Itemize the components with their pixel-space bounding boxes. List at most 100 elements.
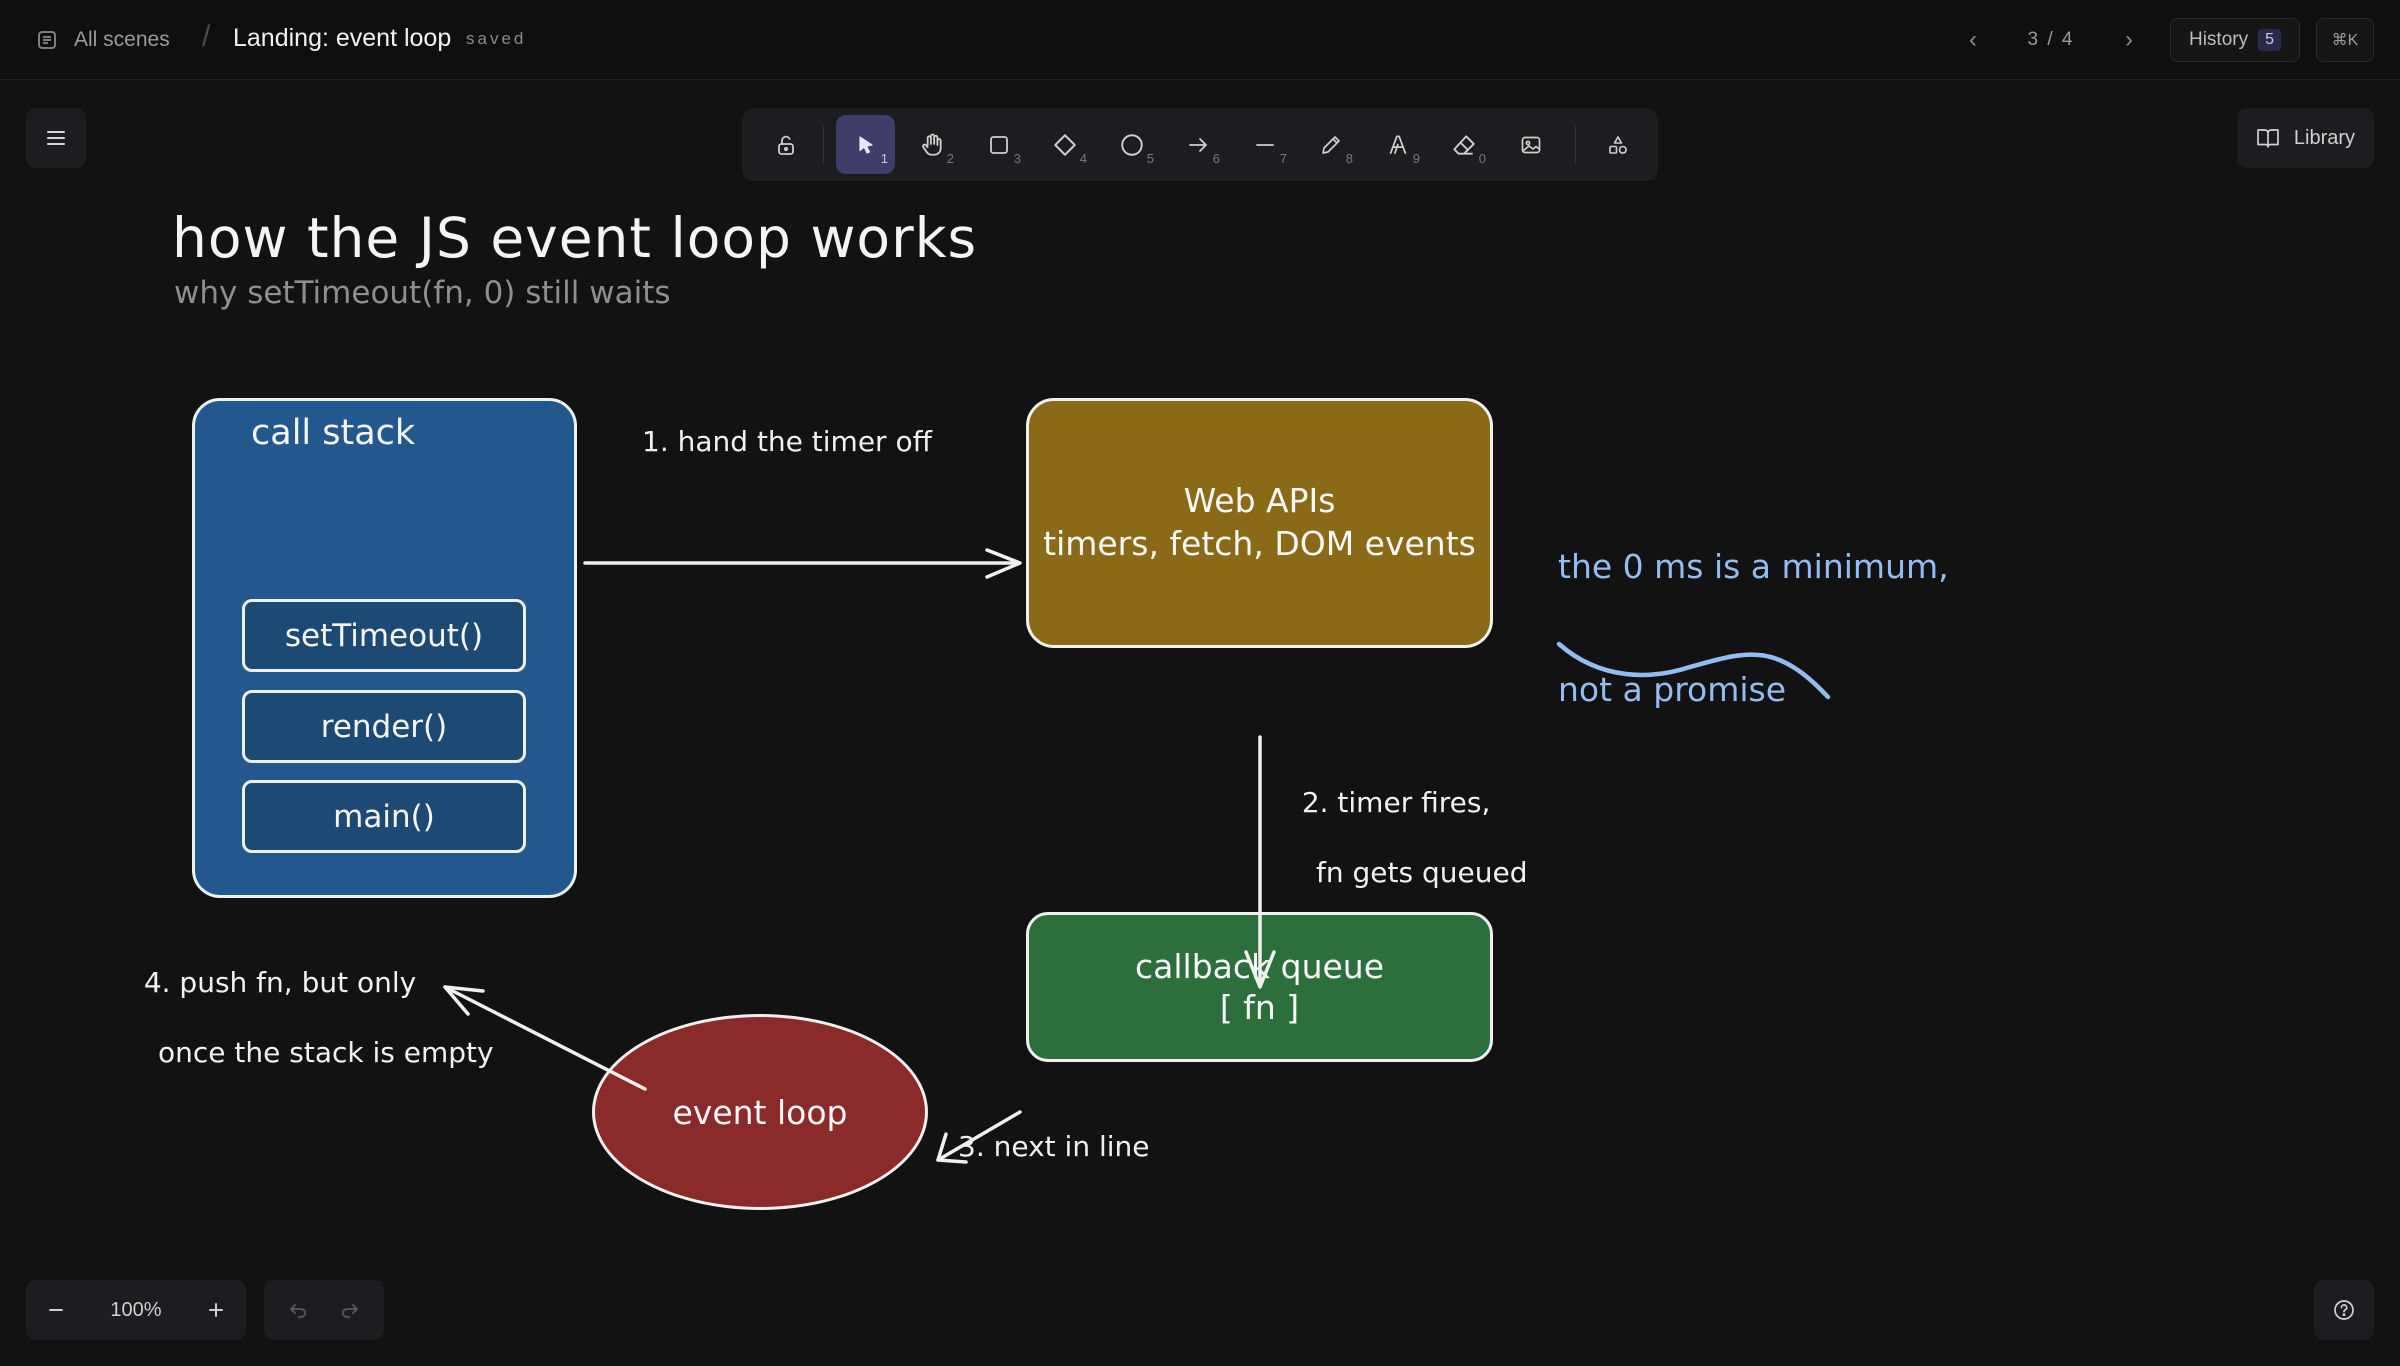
page-indicator: 3 / 4 [1991, 29, 2111, 51]
tool-selection[interactable]: 1 [836, 115, 895, 174]
stack-frame-main[interactable]: main() [242, 780, 526, 853]
chevron-left-icon: ‹ [1969, 26, 1977, 53]
tool-key-5: 5 [1146, 151, 1154, 166]
web-apis-title: Web APIs [1183, 481, 1336, 521]
library-label: Library [2293, 126, 2356, 149]
tool-key-7: 7 [1279, 151, 1287, 166]
tool-image[interactable] [1501, 115, 1560, 174]
tools-toolbar: 1 2 3 4 5 6 7 8 9 0 [742, 108, 1658, 181]
page-total: 4 [2061, 29, 2075, 50]
web-apis-box[interactable]: Web APIs timers, fetch, DOM events [1026, 398, 1493, 648]
event-loop-label: event loop [672, 1092, 848, 1132]
arrow-label-step4[interactable]: 4. push fn, but only once the stack is e… [126, 930, 494, 1105]
zoom-in-button[interactable] [186, 1280, 246, 1340]
tool-draw[interactable]: 8 [1301, 115, 1360, 174]
scenes-list-icon [38, 31, 56, 49]
tool-ellipse[interactable]: 5 [1102, 115, 1161, 174]
tool-key-2: 2 [946, 151, 954, 166]
chevron-right-icon: › [2125, 26, 2133, 53]
command-palette-button[interactable]: ⌘K [2316, 18, 2374, 62]
image-icon [1521, 136, 1540, 153]
scene-title[interactable]: Landing: event loop [233, 24, 451, 53]
redo-icon [342, 1304, 358, 1318]
undo-icon [290, 1304, 306, 1318]
tool-diamond[interactable]: 4 [1035, 115, 1094, 174]
step2-line2: fn gets queued [1316, 856, 1528, 889]
page-current: 3 [2027, 29, 2041, 50]
save-status: saved [466, 29, 527, 48]
book-icon [2257, 129, 2279, 148]
tool-eraser[interactable]: 0 [1434, 115, 1493, 174]
arrow-label-step2[interactable]: 2. timer fires, fn gets queued [1284, 750, 1528, 925]
arrow-icon [1188, 137, 1207, 152]
tool-key-6: 6 [1212, 151, 1220, 166]
square-icon [989, 135, 1008, 154]
question-icon [2334, 1300, 2354, 1320]
main-menu-button[interactable] [26, 108, 86, 168]
tool-lock[interactable] [756, 115, 815, 174]
history-controls [264, 1280, 384, 1340]
canvas-title[interactable]: how the JS event loop works [172, 206, 977, 270]
note-line2: not a promise [1558, 670, 1787, 710]
history-label: History [2188, 29, 2249, 50]
help-button[interactable] [2314, 1280, 2374, 1340]
hand-icon [921, 133, 942, 156]
zoom-level[interactable]: 100% [86, 1299, 186, 1322]
tool-key-4: 4 [1079, 151, 1087, 166]
tool-key-3: 3 [1013, 151, 1021, 166]
step2-line1: 2. timer fires, [1301, 786, 1491, 819]
tool-arrow[interactable]: 6 [1168, 115, 1227, 174]
event-loop-ellipse[interactable]: event loop [592, 1014, 928, 1210]
zoom-out-button[interactable] [26, 1280, 86, 1340]
library-button[interactable]: Library [2237, 108, 2374, 168]
callback-queue-content: [ fn ] [1219, 988, 1300, 1027]
tool-key-1: 1 [880, 151, 888, 166]
zoom-controls: 100% [26, 1280, 246, 1340]
toolbar-divider [823, 126, 824, 163]
tool-key-0: 0 [1478, 151, 1486, 166]
diamond-icon [1053, 133, 1076, 156]
top-bar: All scenes / Landing: event loop saved ‹… [0, 0, 2400, 80]
stack-frame-render[interactable]: render() [242, 690, 526, 763]
next-scene-button[interactable]: › [2111, 22, 2147, 58]
call-stack-label[interactable]: call stack [251, 413, 415, 453]
pointer-icon [858, 135, 873, 154]
redo-button[interactable] [328, 1288, 372, 1332]
lock-icon [777, 135, 794, 155]
scene-pager: ‹ 3 / 4 › [1955, 22, 2147, 58]
step4-line1: 4. push fn, but only [143, 966, 417, 999]
minus-icon [49, 1309, 63, 1311]
circle-icon [1120, 133, 1143, 156]
toolbar-divider [1575, 126, 1576, 163]
page-divider: / [2047, 29, 2062, 50]
note-line1: the 0 ms is a minimum, [1558, 546, 1949, 586]
all-scenes-button[interactable]: All scenes [36, 22, 170, 58]
canvas-subtitle[interactable]: why setTimeout(fn, 0) still waits [174, 275, 671, 311]
tool-key-8: 8 [1345, 151, 1353, 166]
eraser-icon [1452, 134, 1475, 155]
prev-scene-button[interactable]: ‹ [1955, 22, 1991, 58]
tool-hand[interactable]: 2 [902, 115, 961, 174]
step4-line2: once the stack is empty [158, 1036, 494, 1069]
undo-button[interactable] [276, 1288, 320, 1332]
tool-rectangle[interactable]: 3 [969, 115, 1028, 174]
tool-line[interactable]: 7 [1235, 115, 1294, 174]
arrow-label-step3[interactable]: 3. next in line [958, 1130, 1150, 1163]
stack-frame-settimeout[interactable]: setTimeout() [242, 599, 526, 672]
history-count-badge: 5 [2258, 29, 2282, 51]
text-icon [1389, 134, 1406, 154]
arrow-label-step1[interactable]: 1. hand the timer off [642, 425, 932, 458]
plus-icon [209, 1303, 223, 1317]
pencil-icon [1321, 135, 1340, 154]
tool-text[interactable]: 9 [1368, 115, 1427, 174]
all-scenes-label: All scenes [74, 28, 170, 51]
sticky-note[interactable]: the 0 ms is a minimum, not a promise [1558, 463, 1949, 752]
web-apis-detail: timers, fetch, DOM events [1043, 524, 1476, 563]
shapes-icon [1608, 135, 1627, 154]
hamburger-icon [47, 131, 65, 145]
tool-key-9: 9 [1412, 151, 1420, 166]
history-button[interactable]: History 5 [2170, 18, 2300, 62]
breadcrumb-separator: / [202, 20, 211, 53]
line-icon [1255, 143, 1274, 146]
tool-more-shapes[interactable] [1588, 115, 1647, 174]
